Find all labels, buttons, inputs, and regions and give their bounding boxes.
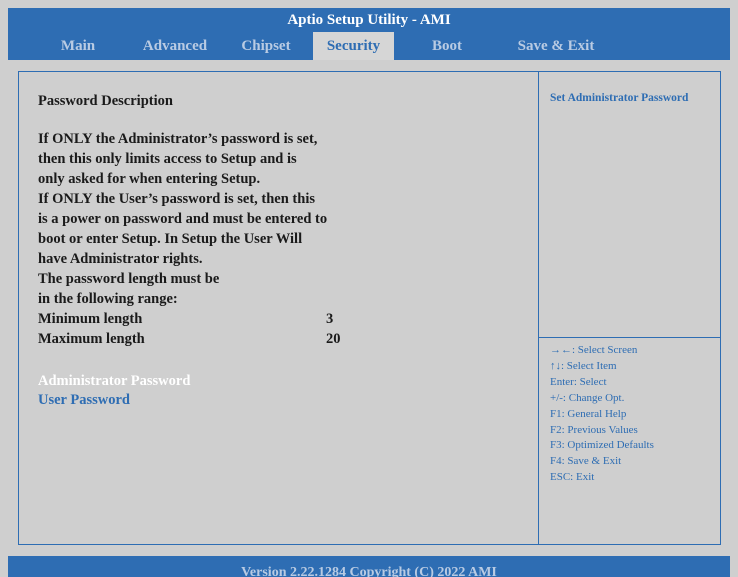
key-hint: F4: Save & Exit	[550, 455, 622, 468]
key-hint: +/-: Change Opt.	[550, 391, 625, 404]
key-hint: F1: General Help	[550, 407, 627, 420]
tab-save-exit[interactable]: Save & Exit	[505, 32, 607, 60]
key-hint: Enter: Select	[550, 375, 607, 388]
description-line: in the following range:	[38, 291, 178, 307]
maximum-length-label: Maximum length	[38, 331, 145, 347]
key-hint: →←: Select Screen	[550, 344, 638, 356]
help-text: Set Administrator Password	[550, 92, 689, 104]
password-description-heading: Password Description	[38, 93, 173, 109]
description-line: only asked for when entering Setup.	[38, 171, 261, 187]
main-panel: Password Description If ONLY the Adminis…	[18, 71, 721, 545]
key-legend: →←: Select Screen ↑↓: Select Item Enter:…	[539, 338, 721, 545]
description-line: is a power on password and must be enter…	[38, 211, 328, 227]
settings-pane: Password Description If ONLY the Adminis…	[19, 72, 539, 544]
description-line: then this only limits access to Setup an…	[38, 151, 297, 167]
key-hint: F3: Optimized Defaults	[550, 439, 654, 452]
tab-boot[interactable]: Boot	[417, 32, 477, 60]
key-hint: ESC: Exit	[550, 471, 595, 484]
tab-main[interactable]: Main	[48, 32, 108, 60]
title-bar: Aptio Setup Utility - AMI	[8, 8, 730, 32]
key-hint: F2: Previous Values	[550, 423, 638, 436]
minimum-length-value: 3	[326, 311, 334, 327]
description-line: boot or enter Setup. In Setup the User W…	[38, 231, 303, 247]
description-line: If ONLY the Administrator’s password is …	[38, 131, 318, 147]
maximum-length-value: 20	[326, 331, 341, 347]
administrator-password-item[interactable]: Administrator Password	[38, 372, 190, 390]
description-line: have Administrator rights.	[38, 251, 203, 267]
tab-security[interactable]: Security	[313, 32, 394, 60]
app-title: Aptio Setup Utility - AMI	[287, 11, 451, 28]
description-line: The password length must be	[38, 271, 220, 287]
tab-chipset[interactable]: Chipset	[230, 32, 302, 60]
footer-bar: Version 2.22.1284 Copyright (C) 2022 AMI	[8, 556, 730, 577]
tab-advanced[interactable]: Advanced	[130, 32, 220, 60]
help-pane: Set Administrator Password	[539, 72, 721, 338]
tab-bar: Main Advanced Chipset Security Boot Save…	[8, 32, 730, 60]
minimum-length-label: Minimum length	[38, 311, 143, 327]
version-text: Version 2.22.1284 Copyright (C) 2022 AMI	[241, 565, 497, 577]
user-password-item[interactable]: User Password	[38, 391, 130, 409]
description-line: If ONLY the User’s password is set, then…	[38, 191, 315, 207]
key-hint: ↑↓: Select Item	[550, 359, 617, 372]
